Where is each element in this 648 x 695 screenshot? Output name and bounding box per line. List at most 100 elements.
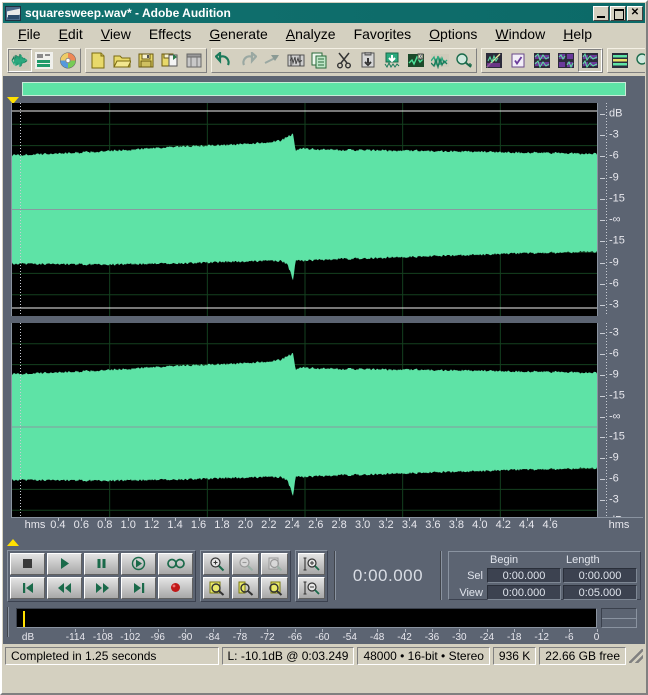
horizontal-scrollbar-thumb[interactable] bbox=[22, 82, 626, 96]
db-tick-mark bbox=[600, 134, 605, 136]
delete-selection-icon[interactable] bbox=[428, 49, 452, 72]
level-meter-bars[interactable] bbox=[16, 608, 597, 628]
time-tick-label: 2.8 bbox=[331, 519, 347, 531]
horizontal-scrollbar-track[interactable] bbox=[11, 78, 637, 96]
minimize-button[interactable] bbox=[593, 5, 609, 21]
pause-button[interactable] bbox=[84, 552, 119, 575]
right-channel: -3-6-9-15-∞-15-9-6-3dB bbox=[11, 323, 643, 531]
meter-tick-mark bbox=[541, 629, 543, 632]
menu-window[interactable]: Window bbox=[486, 24, 554, 44]
menu-view[interactable]: View bbox=[92, 24, 140, 44]
right-channel-db-ruler[interactable]: -3-6-9-15-∞-15-9-6-3dB bbox=[597, 323, 643, 531]
time-tick-mark bbox=[526, 518, 528, 521]
menu-options[interactable]: Options bbox=[420, 24, 486, 44]
sel-begin-field[interactable]: 0:00.000 bbox=[487, 568, 561, 583]
time-ruler[interactable]: hms 0.4 0.6 0.8 1.0 1.2 1.4 1.6 1.8 2.0 2.2 2.4 2.6 2… bbox=[11, 517, 643, 533]
toolbar-group-file-ops bbox=[85, 48, 207, 73]
left-channel-edge-dots bbox=[20, 103, 21, 316]
repeat-last-command-icon[interactable] bbox=[260, 49, 284, 72]
paste-icon[interactable] bbox=[356, 49, 380, 72]
menu-generate[interactable]: Generate bbox=[200, 24, 276, 44]
meter-tick-mark bbox=[459, 629, 461, 632]
new-file-icon[interactable] bbox=[86, 49, 110, 72]
zoom-to-selection-button[interactable] bbox=[232, 576, 259, 599]
level-meter-body[interactable]: dB -114 -108 -102 -96 -90 -84 -78 -72 -66 -60 -54 -4… bbox=[12, 607, 641, 644]
menu-favorites[interactable]: Favorites bbox=[345, 24, 421, 44]
select-view-icon[interactable] bbox=[284, 49, 308, 72]
meter-tick-mark bbox=[102, 629, 104, 632]
loop-play-button[interactable] bbox=[158, 552, 193, 575]
view-begin-field[interactable]: 0:00.000 bbox=[487, 585, 561, 600]
resize-grip[interactable] bbox=[629, 649, 643, 663]
zoom-out-vertical-button[interactable] bbox=[298, 576, 325, 599]
redo-icon[interactable] bbox=[236, 49, 260, 72]
time-ruler-left-label: hms bbox=[24, 519, 46, 531]
waveform-grid-icon[interactable] bbox=[554, 49, 578, 72]
multitrack-view-icon[interactable] bbox=[32, 49, 56, 72]
save-file-icon[interactable] bbox=[134, 49, 158, 72]
rewind-button[interactable] bbox=[47, 576, 82, 599]
zoom-to-selection-right-button[interactable] bbox=[261, 576, 288, 599]
trim-icon[interactable]: X bbox=[404, 49, 428, 72]
open-file-icon[interactable] bbox=[110, 49, 134, 72]
menu-help[interactable]: Help bbox=[554, 24, 601, 44]
waveform-h-icon[interactable] bbox=[530, 49, 554, 72]
cd-view-icon[interactable] bbox=[56, 49, 80, 72]
scrub-icon[interactable] bbox=[632, 49, 645, 72]
time-tick-mark bbox=[339, 518, 341, 521]
record-button[interactable] bbox=[158, 576, 193, 599]
left-channel-waveform-svg bbox=[12, 103, 597, 316]
sel-length-field[interactable]: 0:00.000 bbox=[563, 568, 637, 583]
db-tick-mark bbox=[600, 241, 605, 243]
close-button[interactable]: ✕ bbox=[627, 5, 643, 21]
fast-forward-button[interactable] bbox=[84, 576, 119, 599]
toolbar-group-mix-ops bbox=[607, 48, 645, 73]
zoom-buttons-group bbox=[200, 549, 291, 602]
time-tick-label: 0.4 bbox=[50, 519, 66, 531]
zoom-in-horizontal-button[interactable] bbox=[203, 552, 230, 575]
go-to-end-button[interactable] bbox=[121, 576, 156, 599]
time-tick-label: 3.8 bbox=[448, 519, 465, 531]
edit-view-icon[interactable] bbox=[8, 49, 32, 72]
time-tick-mark bbox=[81, 518, 83, 521]
undo-icon[interactable] bbox=[212, 49, 236, 72]
menu-analyze[interactable]: Analyze bbox=[277, 24, 345, 44]
meter-tick-mark bbox=[130, 629, 132, 632]
left-channel-db-ruler[interactable]: dB -3 -6 -9 -15 -∞ -15 -9 -6 -3 bbox=[597, 103, 643, 316]
right-channel-waveform[interactable] bbox=[11, 323, 597, 531]
playhead-marker-bottom[interactable] bbox=[7, 539, 19, 546]
play-to-end-button[interactable] bbox=[121, 552, 156, 575]
view-length-field[interactable]: 0:05.000 bbox=[563, 585, 637, 600]
menu-edit[interactable]: Edit bbox=[50, 24, 92, 44]
stop-button[interactable] bbox=[10, 552, 45, 575]
zoom-in-vertical-button[interactable] bbox=[298, 552, 325, 575]
zoom-to-selection-left-button[interactable] bbox=[203, 576, 230, 599]
meter-tick-label: -6 bbox=[564, 632, 574, 643]
cut-icon[interactable] bbox=[332, 49, 356, 72]
copy-icon[interactable] bbox=[308, 49, 332, 72]
menu-file[interactable]: File bbox=[9, 24, 50, 44]
zoom-out-horizontal-button[interactable] bbox=[232, 552, 259, 575]
status-message: Completed in 1.25 seconds bbox=[5, 647, 219, 665]
mixer-icon[interactable] bbox=[608, 49, 632, 72]
save-as-icon[interactable] bbox=[158, 49, 182, 72]
left-channel-waveform[interactable] bbox=[11, 103, 597, 316]
waveform-selected-icon[interactable] bbox=[578, 49, 602, 72]
maximize-button[interactable] bbox=[610, 5, 626, 21]
time-tick-label: 3.6 bbox=[425, 519, 441, 531]
find-beats-icon[interactable] bbox=[452, 49, 476, 72]
level-meter-clip-indicators[interactable] bbox=[601, 608, 637, 628]
mix-paste-icon[interactable] bbox=[380, 49, 404, 72]
menu-effects[interactable]: Effects bbox=[140, 24, 201, 44]
current-time-display[interactable]: 0:00.000 bbox=[334, 551, 442, 600]
time-tick-mark bbox=[292, 518, 294, 521]
status-audio-format: 48000 • 16-bit • Stereo bbox=[357, 647, 490, 665]
db-tick-label: -9 bbox=[609, 451, 619, 464]
meter-tick-mark bbox=[185, 629, 187, 632]
close-file-icon[interactable] bbox=[182, 49, 206, 72]
show-levels-icon[interactable] bbox=[506, 49, 530, 72]
zoom-out-full-button[interactable] bbox=[261, 552, 288, 575]
go-to-beginning-button[interactable] bbox=[10, 576, 45, 599]
play-button[interactable] bbox=[47, 552, 82, 575]
spectral-view-icon[interactable] bbox=[482, 49, 506, 72]
